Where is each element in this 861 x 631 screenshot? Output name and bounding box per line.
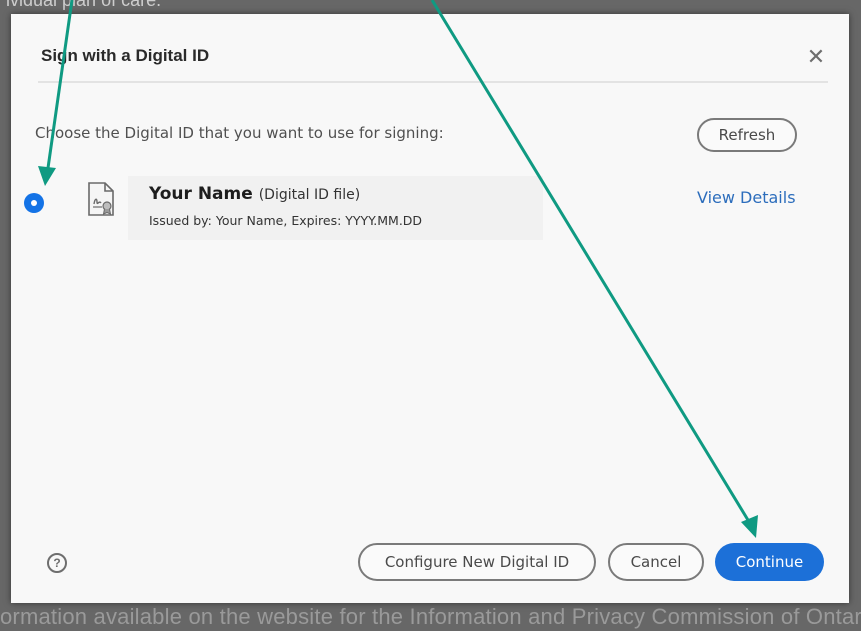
title-divider — [38, 81, 828, 83]
close-icon[interactable]: ✕ — [804, 45, 828, 69]
cancel-button[interactable]: Cancel — [608, 543, 704, 581]
dialog-title: Sign with a Digital ID — [41, 46, 210, 65]
choose-id-prompt: Choose the Digital ID that you want to u… — [35, 124, 444, 142]
digital-id-issued: Issued by: Your Name, Expires: YYYY.MM.D… — [149, 213, 423, 228]
digital-id-name: Your Name (Digital ID file) — [149, 184, 360, 204]
background-document-text-bottom: ormation available on the website for th… — [0, 604, 861, 629]
sign-digital-id-dialog: Sign with a Digital ID ✕ Choose the Digi… — [11, 14, 849, 603]
continue-button[interactable]: Continue — [715, 543, 824, 581]
view-details-link[interactable]: View Details — [697, 188, 796, 207]
digital-id-radio[interactable] — [24, 193, 44, 213]
help-icon[interactable]: ? — [47, 553, 67, 573]
certificate-file-icon — [88, 182, 114, 216]
configure-new-digital-id-button[interactable]: Configure New Digital ID — [358, 543, 596, 581]
digital-id-name-text: Your Name — [149, 184, 253, 204]
background-document-text-top: ividual plan of care. — [6, 0, 162, 10]
refresh-button[interactable]: Refresh — [697, 118, 797, 152]
digital-id-type: (Digital ID file) — [258, 187, 361, 203]
